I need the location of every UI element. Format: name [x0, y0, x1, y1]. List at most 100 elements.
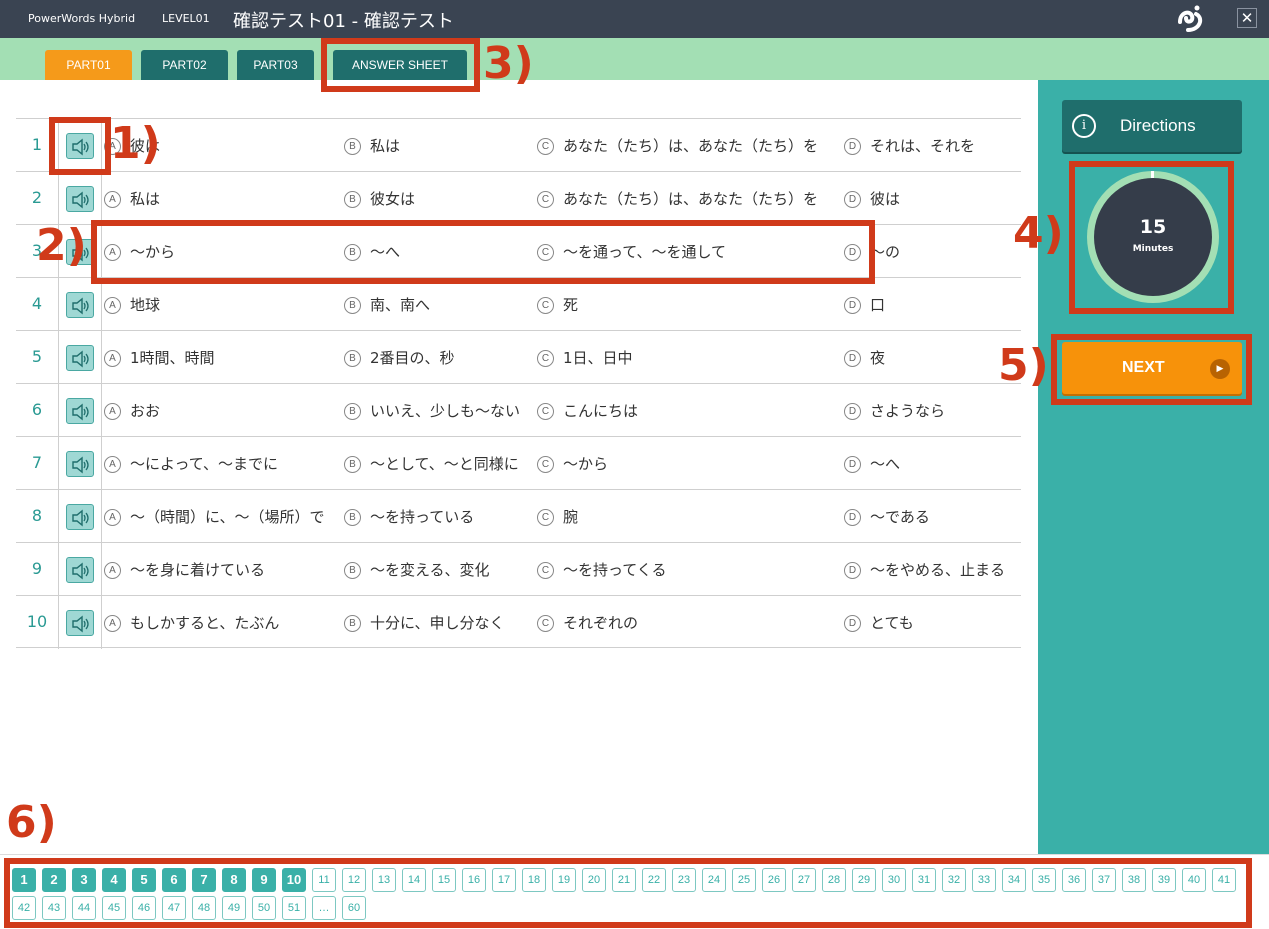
option-d[interactable]: D夜	[844, 347, 885, 368]
play-audio-button[interactable]	[66, 504, 94, 530]
play-audio-button[interactable]	[66, 610, 94, 636]
option-letter-icon: C	[537, 456, 554, 473]
option-d[interactable]: D ～をやめる、止まる	[844, 559, 1005, 580]
option-letter-icon: C	[537, 350, 554, 367]
directions-button[interactable]: i Directions	[1062, 100, 1242, 152]
option-c[interactable]: C ～を持ってくる	[537, 559, 667, 580]
option-c[interactable]: C あなた（たち）は、あなた（たち）を	[537, 188, 818, 209]
option-c[interactable]: C 1日、日中	[537, 347, 633, 368]
question-row: 6 A おお B いいえ、少しも～ない C こんにちは D さようなら	[16, 383, 1021, 437]
option-letter-icon: A	[104, 456, 121, 473]
option-text: もしかすると、たぶん	[130, 614, 280, 632]
option-letter-icon: A	[104, 509, 121, 526]
option-text: 2番目の、秒	[370, 349, 455, 367]
option-letter-icon: C	[537, 509, 554, 526]
option-text: 私は	[130, 190, 161, 208]
option-letter-icon: D	[844, 297, 861, 314]
option-text: 腕	[563, 508, 579, 526]
option-text: おお	[130, 402, 161, 420]
column-divider	[58, 172, 59, 225]
option-a[interactable]: A ～（時間）に、～（場所）で	[104, 506, 325, 527]
play-audio-button[interactable]	[66, 557, 94, 583]
annotation-box-1	[49, 117, 111, 175]
option-d[interactable]: D さようなら	[844, 400, 945, 421]
info-icon: i	[1072, 114, 1096, 138]
option-letter-icon: D	[844, 509, 861, 526]
option-b[interactable]: B 私は	[344, 135, 400, 156]
option-letter-icon: B	[344, 297, 361, 314]
option-a[interactable]: A おお	[104, 400, 160, 421]
option-text: あなた（たち）は、あなた（たち）を	[563, 190, 819, 208]
option-b[interactable]: B いいえ、少しも～ない	[344, 400, 520, 421]
tab-part01[interactable]: PART01	[45, 50, 132, 80]
option-a[interactable]: A 地球	[104, 294, 160, 315]
option-letter-icon: D	[844, 456, 861, 473]
option-d[interactable]: D とても	[844, 612, 914, 633]
option-d[interactable]: D ～である	[844, 506, 930, 527]
option-c[interactable]: C それぞれの	[537, 612, 638, 633]
speaker-icon	[72, 191, 89, 209]
option-letter-icon: B	[344, 138, 361, 155]
option-c[interactable]: C ～から	[537, 453, 608, 474]
option-c[interactable]: C死	[537, 294, 578, 315]
option-letter-icon: C	[537, 297, 554, 314]
column-divider	[101, 384, 102, 437]
option-c[interactable]: C こんにちは	[537, 400, 638, 421]
option-letter-icon: D	[844, 138, 861, 155]
option-b[interactable]: B 南、南へ	[344, 294, 430, 315]
option-letter-icon: A	[104, 615, 121, 632]
annotation-box-6	[4, 858, 1252, 928]
title-bar: PowerWords Hybrid LEVEL01 確認テスト01 - 確認テス…	[0, 0, 1269, 38]
option-a[interactable]: A もしかすると、たぶん	[104, 612, 279, 633]
option-b[interactable]: B ～として、～と同様に	[344, 453, 519, 474]
option-text: 夜	[870, 349, 886, 367]
option-text: 死	[563, 296, 579, 314]
question-row: 10 A もしかすると、たぶん B 十分に、申し分なく C それぞれの D とても	[16, 595, 1021, 649]
option-a[interactable]: A 私は	[104, 188, 160, 209]
option-d[interactable]: D 彼は	[844, 188, 900, 209]
option-a[interactable]: A ～によって、～までに	[104, 453, 278, 474]
close-button[interactable]: ✕	[1237, 8, 1257, 28]
column-divider	[58, 437, 59, 490]
option-a[interactable]: A 1時間、時間	[104, 347, 215, 368]
play-audio-button[interactable]	[66, 186, 94, 212]
question-row: 1 A 彼は B 私は C あなた（たち）は、あなた（たち）を D それは、それを	[16, 118, 1021, 172]
option-text: ～を持ってくる	[563, 561, 667, 579]
option-letter-icon: B	[344, 456, 361, 473]
option-letter-icon: C	[537, 562, 554, 579]
option-b[interactable]: B 彼女は	[344, 188, 415, 209]
column-divider	[101, 278, 102, 331]
tab-part03[interactable]: PART03	[237, 50, 314, 80]
option-text: 彼は	[870, 190, 901, 208]
option-text: ～を持っている	[370, 508, 475, 526]
option-b[interactable]: B ～を変える、変化	[344, 559, 490, 580]
option-letter-icon: B	[344, 562, 361, 579]
option-letter-icon: B	[344, 615, 361, 632]
play-audio-button[interactable]	[66, 451, 94, 477]
app-logo-icon	[1178, 5, 1203, 32]
column-divider	[101, 331, 102, 384]
annotation-label-6: 6)	[6, 797, 57, 848]
option-letter-icon: B	[344, 350, 361, 367]
play-audio-button[interactable]	[66, 292, 94, 318]
annotation-label-4: 4)	[1013, 208, 1064, 259]
option-d[interactable]: D口	[844, 294, 885, 315]
option-a[interactable]: A ～を身に着けている	[104, 559, 265, 580]
option-b[interactable]: B ～を持っている	[344, 506, 474, 527]
column-divider	[58, 384, 59, 437]
option-d[interactable]: D それは、それを	[844, 135, 975, 156]
column-divider	[101, 437, 102, 490]
speaker-icon	[72, 350, 89, 368]
option-b[interactable]: B 2番目の、秒	[344, 347, 455, 368]
option-letter-icon: C	[537, 615, 554, 632]
option-c[interactable]: C あなた（たち）は、あなた（たち）を	[537, 135, 818, 156]
play-audio-button[interactable]	[66, 398, 94, 424]
option-c[interactable]: C腕	[537, 506, 578, 527]
play-audio-button[interactable]	[66, 345, 94, 371]
option-letter-icon: A	[104, 562, 121, 579]
option-letter-icon: D	[844, 562, 861, 579]
question-number: 8	[31, 506, 43, 525]
tab-part02[interactable]: PART02	[141, 50, 228, 80]
option-d[interactable]: D ～へ	[844, 453, 900, 474]
option-b[interactable]: B 十分に、申し分なく	[344, 612, 505, 633]
